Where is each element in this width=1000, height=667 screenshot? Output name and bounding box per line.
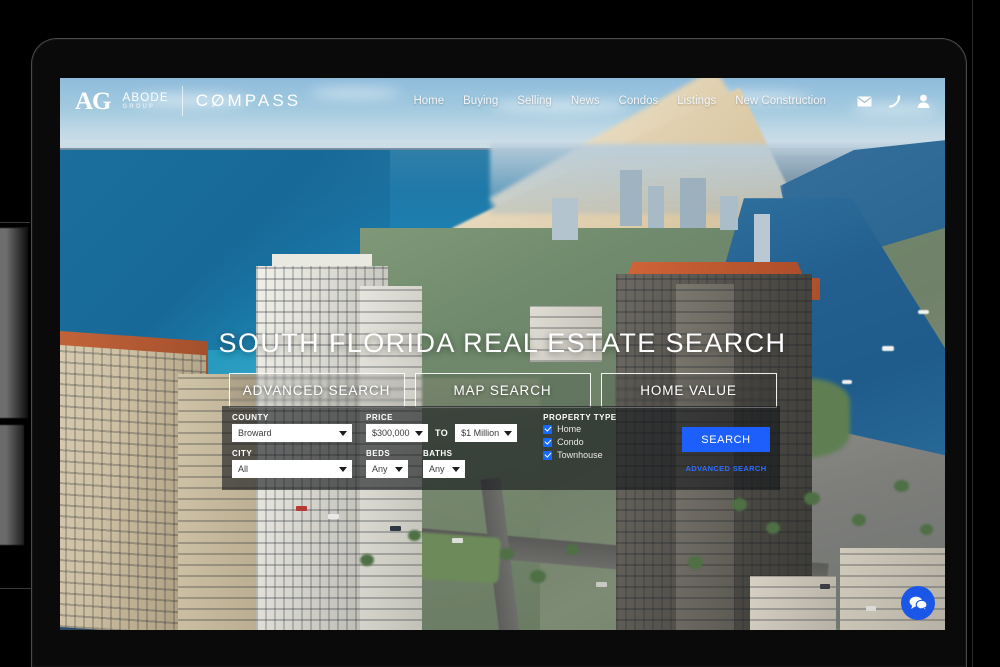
background-slab-shadow bbox=[6, 228, 32, 548]
property-type-field: PROPERTY TYPE Home Condo Townhouse bbox=[543, 413, 616, 490]
checkbox-home[interactable] bbox=[543, 424, 553, 434]
nav-item-new-construction[interactable]: New Construction bbox=[735, 95, 826, 107]
nav-item-selling[interactable]: Selling bbox=[517, 95, 552, 107]
chat-bubble-icon[interactable] bbox=[901, 586, 935, 620]
baths-value: Any bbox=[429, 464, 445, 474]
baths-select[interactable]: Any bbox=[423, 460, 465, 478]
nav-item-listings[interactable]: Listings bbox=[677, 95, 716, 107]
checkbox-condo[interactable] bbox=[543, 437, 553, 447]
site-header: AG ABODE GROUP COMPASS Home Buying Selli… bbox=[60, 78, 945, 124]
beds-label: BEDS bbox=[366, 449, 391, 458]
beds-select[interactable]: Any bbox=[366, 460, 408, 478]
search-submit-button[interactable]: SEARCH bbox=[682, 427, 770, 452]
nav-item-buying[interactable]: Buying bbox=[463, 95, 498, 107]
baths-field: BATHS Any bbox=[423, 449, 465, 478]
logo-compass: COMPASS bbox=[195, 91, 302, 110]
property-type-home-label: Home bbox=[557, 424, 582, 434]
price-beds-baths-fields: PRICE $300,000 TO $1 Million BEDS Any BA… bbox=[366, 413, 518, 490]
location-fields: COUNTY Broward CITY All bbox=[232, 413, 352, 490]
property-search-form: COUNTY Broward CITY All PRICE $300,000 T… bbox=[222, 406, 780, 490]
price-to-label: TO bbox=[435, 428, 449, 438]
nav-item-home[interactable]: Home bbox=[413, 95, 444, 107]
user-icon[interactable] bbox=[917, 94, 930, 108]
main-navigation: Home Buying Selling News Condos Listings… bbox=[413, 94, 930, 108]
site-logo[interactable]: AG ABODE GROUP COMPASS bbox=[75, 86, 301, 116]
property-type-options: Home Condo Townhouse bbox=[543, 424, 616, 460]
property-type-option-condo[interactable]: Condo bbox=[543, 437, 616, 447]
price-max-value: $1 Million bbox=[461, 428, 500, 438]
home-value-button[interactable]: HOME VALUE bbox=[600, 373, 777, 408]
county-select[interactable]: Broward bbox=[232, 424, 352, 442]
logo-divider bbox=[181, 86, 183, 116]
price-min-value: $300,000 bbox=[372, 428, 410, 438]
checkbox-townhouse[interactable] bbox=[543, 450, 553, 460]
price-max-select[interactable]: $1 Million bbox=[455, 424, 518, 442]
property-type-label: PROPERTY TYPE bbox=[543, 413, 617, 422]
nav-item-news[interactable]: News bbox=[571, 95, 600, 107]
advanced-search-button[interactable]: ADVANCED SEARCH bbox=[228, 373, 405, 408]
advanced-search-link[interactable]: ADVANCED SEARCH bbox=[686, 464, 767, 473]
logo-abode-group: ABODE GROUP bbox=[123, 92, 169, 111]
hero-button-group: ADVANCED SEARCH MAP SEARCH HOME VALUE bbox=[228, 373, 777, 408]
nav-item-condos[interactable]: Condos bbox=[619, 95, 659, 107]
price-min-select[interactable]: $300,000 bbox=[366, 424, 428, 442]
county-label: COUNTY bbox=[232, 413, 269, 422]
property-type-option-home[interactable]: Home bbox=[543, 424, 616, 434]
search-actions: SEARCH ADVANCED SEARCH bbox=[682, 413, 770, 490]
city-label: CITY bbox=[232, 449, 253, 458]
screenshot-stage: AG ABODE GROUP COMPASS Home Buying Selli… bbox=[0, 0, 1000, 667]
property-type-townhouse-label: Townhouse bbox=[557, 450, 603, 460]
county-value: Broward bbox=[238, 428, 272, 438]
page-title: SOUTH FLORIDA REAL ESTATE SEARCH bbox=[218, 328, 787, 358]
property-type-condo-label: Condo bbox=[557, 437, 584, 447]
price-range-row: $300,000 TO $1 Million bbox=[366, 424, 518, 442]
phone-icon[interactable] bbox=[888, 94, 901, 108]
beds-field: BEDS Any bbox=[366, 449, 408, 478]
beds-value: Any bbox=[372, 464, 388, 474]
logo-abode-line2: GROUP bbox=[122, 103, 156, 110]
logo-abode-line1: ABODE bbox=[122, 91, 169, 104]
city-select[interactable]: All bbox=[232, 460, 352, 478]
baths-label: BATHS bbox=[423, 449, 453, 458]
beds-baths-row: BEDS Any BATHS Any bbox=[366, 449, 517, 478]
header-icon-group bbox=[857, 94, 930, 108]
envelope-icon[interactable] bbox=[857, 96, 872, 107]
property-type-option-townhouse[interactable]: Townhouse bbox=[543, 450, 616, 460]
map-search-button[interactable]: MAP SEARCH bbox=[414, 373, 591, 408]
hero-section: SOUTH FLORIDA REAL ESTATE SEARCH ADVANCE… bbox=[60, 328, 945, 408]
background-hairline-horizontal-top bbox=[0, 222, 30, 223]
price-label: PRICE bbox=[366, 413, 393, 422]
logo-mark-ag: AG bbox=[75, 87, 111, 115]
city-value: All bbox=[238, 464, 249, 474]
tablet-screen: AG ABODE GROUP COMPASS Home Buying Selli… bbox=[60, 78, 945, 630]
background-hairline-vertical-right bbox=[972, 0, 973, 667]
